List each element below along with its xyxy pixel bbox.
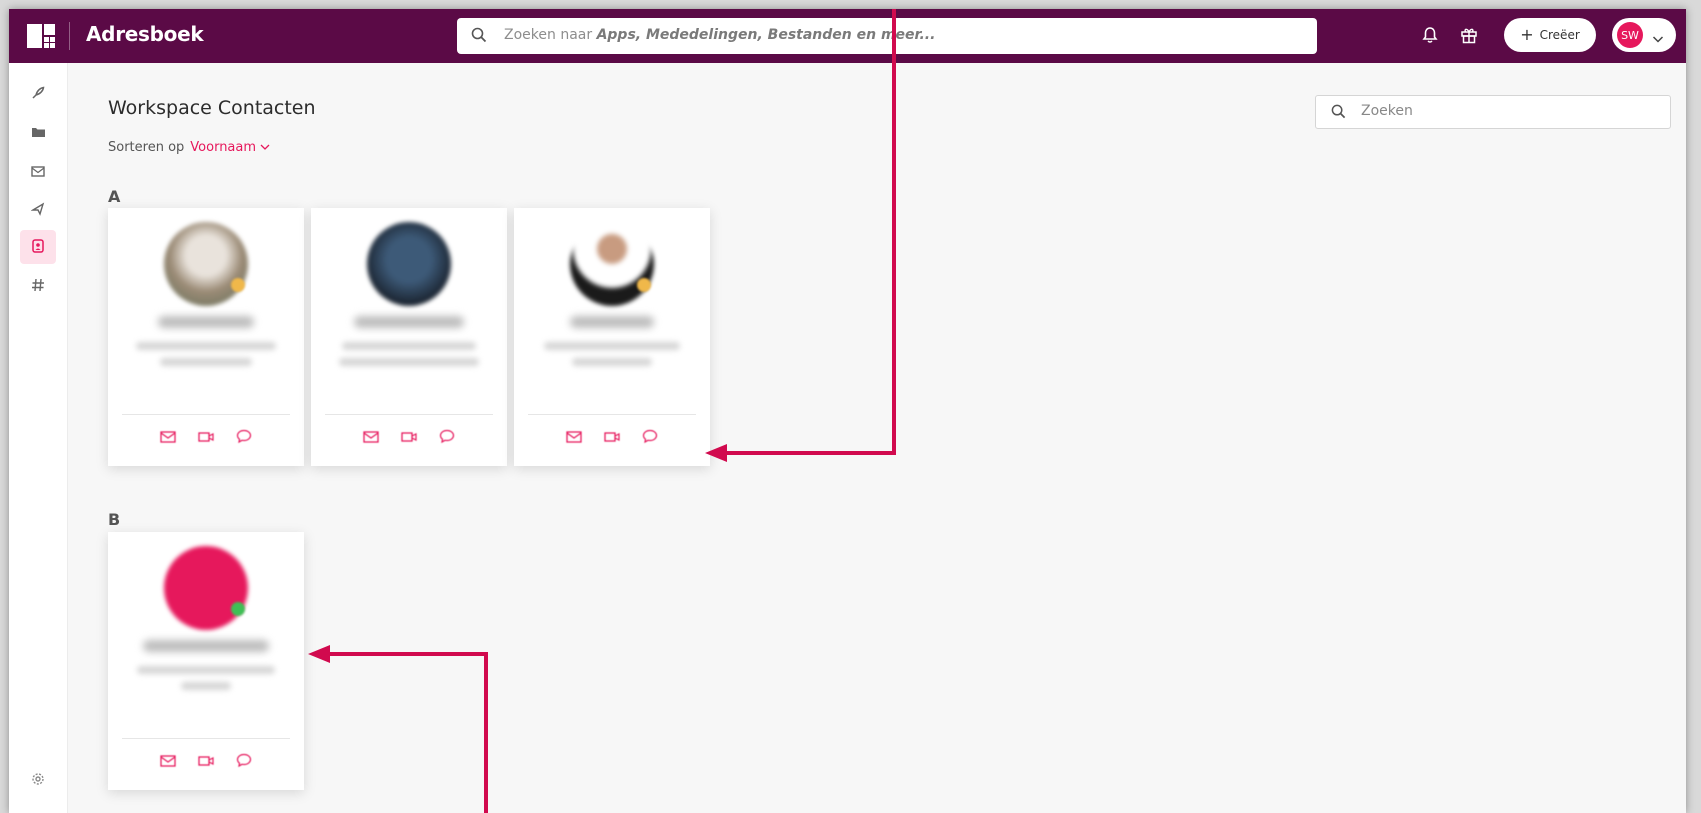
rocket-icon xyxy=(31,85,45,104)
contact-card[interactable] xyxy=(108,208,304,466)
app-title: Adresboek xyxy=(86,22,204,46)
mail-icon[interactable] xyxy=(160,428,176,443)
contact-name-blurred xyxy=(143,640,269,652)
user-avatar: SW xyxy=(1617,22,1643,48)
mail-icon[interactable] xyxy=(363,428,379,443)
card-actions xyxy=(108,752,304,768)
app-window: Adresboek Zoeken naar Apps, Mededelingen… xyxy=(9,9,1686,813)
card-actions xyxy=(108,428,304,444)
chevron-down-icon xyxy=(260,144,270,150)
card-actions xyxy=(311,428,507,444)
chat-icon[interactable] xyxy=(439,428,455,444)
contact-name-blurred xyxy=(354,316,464,328)
sidebar-item-channels[interactable] xyxy=(20,269,56,303)
status-indicator xyxy=(231,278,245,292)
sort-dropdown[interactable]: Voornaam xyxy=(190,140,270,155)
annotation-arrow-line xyxy=(484,652,488,813)
contact-role-blurred xyxy=(136,342,276,350)
gift-icon[interactable] xyxy=(1460,26,1478,48)
sidebar xyxy=(9,63,68,813)
contact-avatar xyxy=(570,222,654,306)
video-call-icon[interactable] xyxy=(198,752,214,766)
page-title: Workspace Contacten xyxy=(108,97,316,119)
create-button[interactable]: + Creëer xyxy=(1504,18,1596,52)
sidebar-item-share[interactable] xyxy=(20,193,56,227)
annotation-arrow-line xyxy=(892,9,896,455)
sidebar-item-settings[interactable] xyxy=(20,763,56,797)
video-call-icon[interactable] xyxy=(401,428,417,442)
global-search-input[interactable]: Zoeken naar Apps, Mededelingen, Bestande… xyxy=(457,18,1317,54)
contact-avatar xyxy=(164,222,248,306)
sort-value: Voornaam xyxy=(190,140,257,155)
chevron-down-icon xyxy=(1652,29,1664,48)
contacts-search-input[interactable]: Zoeken xyxy=(1315,95,1671,129)
card-actions xyxy=(514,428,710,444)
chat-icon[interactable] xyxy=(236,752,252,768)
user-menu-button[interactable]: SW xyxy=(1612,18,1676,52)
contact-card[interactable] xyxy=(108,532,304,790)
search-icon xyxy=(1331,104,1346,123)
contact-role-blurred xyxy=(572,358,652,366)
sidebar-item-launch[interactable] xyxy=(20,77,56,111)
sidebar-item-mail[interactable] xyxy=(20,154,56,188)
video-call-icon[interactable] xyxy=(198,428,214,442)
contact-card[interactable] xyxy=(514,208,710,466)
card-divider xyxy=(528,414,696,415)
group-letter-b: B xyxy=(108,510,121,529)
sidebar-item-files[interactable] xyxy=(20,115,56,149)
settings-icon xyxy=(31,771,45,790)
annotation-arrowhead xyxy=(308,645,330,663)
plus-icon: + xyxy=(1520,25,1534,44)
group-letter-a: A xyxy=(108,187,121,206)
annotation-arrow-line xyxy=(725,451,896,455)
contact-role-blurred xyxy=(160,358,252,366)
annotation-arrowhead xyxy=(705,444,727,462)
sort-control: Sorteren op Voornaam xyxy=(108,140,270,155)
contact-role-blurred xyxy=(342,342,476,350)
contact-card[interactable] xyxy=(311,208,507,466)
mail-icon xyxy=(31,162,45,181)
contact-name-blurred xyxy=(158,316,254,328)
header-divider xyxy=(69,22,70,50)
chat-icon[interactable] xyxy=(642,428,658,444)
app-logo-icon[interactable] xyxy=(27,24,55,48)
video-call-icon[interactable] xyxy=(604,428,620,442)
card-divider xyxy=(122,738,290,739)
contact-avatar xyxy=(164,546,248,630)
share-icon xyxy=(30,201,45,220)
contact-avatar xyxy=(367,222,451,306)
create-button-label: Creëer xyxy=(1539,28,1580,42)
mail-icon[interactable] xyxy=(160,752,176,767)
annotation-arrow-line xyxy=(329,652,488,656)
contact-role-blurred xyxy=(544,342,680,350)
sort-label: Sorteren op xyxy=(108,140,185,155)
card-divider xyxy=(325,414,493,415)
hashtag-icon xyxy=(31,277,45,296)
status-indicator xyxy=(231,602,245,616)
contact-role-blurred xyxy=(137,666,275,674)
status-indicator xyxy=(637,278,651,292)
global-search-placeholder: Zoeken naar Apps, Mededelingen, Bestande… xyxy=(504,27,936,43)
contacts-icon xyxy=(31,238,45,257)
top-bar: Adresboek Zoeken naar Apps, Mededelingen… xyxy=(9,9,1686,63)
contacts-search-placeholder: Zoeken xyxy=(1361,103,1413,119)
contact-name-blurred xyxy=(570,316,654,328)
card-divider xyxy=(122,414,290,415)
search-icon xyxy=(471,27,487,47)
contact-role-blurred xyxy=(339,358,479,366)
mail-icon[interactable] xyxy=(566,428,582,443)
bell-icon[interactable] xyxy=(1422,26,1438,48)
contact-role-blurred xyxy=(181,682,231,690)
chat-icon[interactable] xyxy=(236,428,252,444)
sidebar-item-contacts[interactable] xyxy=(20,230,56,264)
folder-icon xyxy=(31,123,46,142)
